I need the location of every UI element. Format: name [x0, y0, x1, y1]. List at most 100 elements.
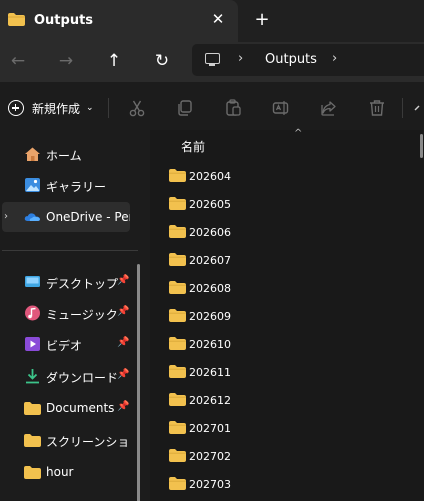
sidebar-item-label: hour [46, 465, 74, 479]
folder-name: 202609 [189, 310, 231, 323]
column-header-name[interactable]: 名前 [181, 138, 205, 155]
sidebar-item-music[interactable]: ミュージック 📌 [2, 298, 130, 328]
folder-row[interactable]: 202608 [150, 273, 412, 301]
refresh-button[interactable]: ↻ [150, 49, 174, 73]
sidebar-item-home[interactable]: ホーム [2, 139, 130, 169]
sidebar-item-onedrive[interactable]: › OneDrive - Perso [2, 202, 130, 232]
pin-icon[interactable]: 📌 [117, 401, 129, 412]
folder-icon [169, 225, 186, 238]
copy-icon[interactable] [176, 99, 194, 117]
paste-icon[interactable] [224, 99, 242, 117]
sidebar-item-desktop[interactable]: デスクトップ 📌 [2, 267, 130, 297]
sidebar-item-screenshots[interactable]: スクリーンショット [2, 425, 130, 455]
sidebar-item-downloads[interactable]: ダウンロード 📌 [2, 361, 130, 391]
folder-icon [169, 337, 186, 350]
sidebar-item-documents[interactable]: Documents 📌 [2, 393, 130, 423]
folder-name: 202605 [189, 198, 231, 211]
share-icon[interactable] [320, 99, 338, 117]
folder-icon [24, 466, 41, 479]
desktop-icon [25, 276, 40, 287]
sidebar-divider [2, 250, 138, 251]
folder-row[interactable]: 202610 [150, 329, 412, 357]
sidebar-scrollbar[interactable] [137, 264, 140, 501]
folder-row[interactable]: 202606 [150, 217, 412, 245]
onedrive-icon [24, 213, 41, 221]
file-list-scrollbar[interactable] [420, 134, 423, 158]
breadcrumb-outputs[interactable]: Outputs [265, 52, 317, 67]
sidebar-item-video[interactable]: ビデオ 📌 [2, 329, 130, 359]
folder-row[interactable]: 202604 [150, 161, 412, 189]
sidebar-item-label: スクリーンショット [46, 435, 130, 449]
folder-row[interactable]: 202702 [150, 441, 412, 469]
more-options-icon[interactable] [412, 99, 424, 117]
folder-name: 202611 [189, 366, 231, 379]
pin-icon[interactable]: 📌 [117, 337, 129, 348]
file-list: ^ 名前 202604 202605 202606 202607 202608 20260… [150, 128, 424, 501]
breadcrumb-chevron-icon[interactable]: › [332, 51, 337, 66]
pin-icon[interactable]: 📌 [117, 275, 129, 286]
navigation-bar: ← → ↑ ↻ › Outputs › [0, 42, 424, 82]
close-tab-icon[interactable]: ✕ [208, 9, 228, 29]
up-button[interactable]: ↑ [102, 49, 126, 73]
navigation-pane: ホーム ギャラリー › OneDrive - Perso デスクトップ 📌 [0, 130, 150, 501]
video-icon [25, 337, 40, 351]
rename-icon[interactable] [272, 99, 290, 117]
folder-row[interactable]: 202612 [150, 385, 412, 413]
folder-icon [24, 402, 41, 415]
folder-icon [169, 197, 186, 210]
delete-icon[interactable] [368, 99, 386, 117]
folder-row[interactable]: 202701 [150, 413, 412, 441]
folder-name: 202604 [189, 170, 231, 183]
music-icon [25, 305, 40, 321]
forward-button[interactable]: → [54, 49, 78, 73]
toolbar-divider [108, 98, 109, 118]
download-icon [26, 369, 39, 384]
this-pc-icon[interactable] [205, 53, 220, 66]
sort-ascending-icon[interactable]: ^ [294, 128, 302, 139]
folder-name: 202703 [189, 478, 231, 491]
folder-icon [24, 434, 41, 447]
folder-icon [169, 477, 186, 490]
folder-icon [169, 309, 186, 322]
folder-icon [169, 253, 186, 266]
new-tab-button[interactable]: + [252, 9, 272, 31]
folder-name: 202612 [189, 394, 231, 407]
sidebar-item-label: ホーム [46, 149, 82, 163]
sidebar-item-hour[interactable]: hour [2, 457, 130, 487]
pin-icon[interactable]: 📌 [117, 306, 129, 317]
cut-icon[interactable] [128, 99, 146, 117]
folder-row[interactable]: 202607 [150, 245, 412, 273]
gallery-icon [25, 178, 40, 192]
home-icon [25, 147, 40, 161]
sidebar-item-gallery[interactable]: ギャラリー [2, 170, 130, 200]
sidebar-item-label: OneDrive - Perso [46, 210, 130, 224]
title-bar: Outputs ✕ + [0, 0, 424, 42]
new-button-label: 新規作成 [32, 101, 81, 116]
folder-row[interactable]: 202609 [150, 301, 412, 329]
folder-icon [169, 421, 186, 434]
new-button[interactable]: 新規作成 ⌄ [8, 96, 94, 120]
tab-outputs[interactable]: Outputs ✕ [0, 0, 238, 42]
folder-row[interactable]: 202611 [150, 357, 412, 385]
folder-icon [169, 365, 186, 378]
folder-name: 202702 [189, 450, 231, 463]
back-button[interactable]: ← [6, 49, 30, 73]
expand-chevron-icon[interactable]: › [4, 211, 8, 222]
folder-row[interactable]: 202703 [150, 469, 412, 497]
plus-circle-icon [8, 100, 24, 116]
tab-title: Outputs [34, 13, 94, 28]
folder-name: 202606 [189, 226, 231, 239]
folder-name: 202607 [189, 254, 231, 267]
pin-icon[interactable]: 📌 [117, 369, 129, 380]
chevron-down-icon: ⌄ [86, 103, 94, 113]
folder-name: 202701 [189, 422, 231, 435]
breadcrumb-chevron-icon[interactable]: › [238, 51, 243, 66]
folder-icon [169, 449, 186, 462]
folder-name: 202608 [189, 282, 231, 295]
folder-row[interactable]: 202605 [150, 189, 412, 217]
command-bar: 新規作成 ⌄ [0, 86, 424, 130]
address-bar[interactable]: › Outputs › [192, 44, 424, 76]
toolbar-divider [402, 98, 403, 118]
folder-icon [169, 281, 186, 294]
folder-icon [169, 169, 186, 182]
